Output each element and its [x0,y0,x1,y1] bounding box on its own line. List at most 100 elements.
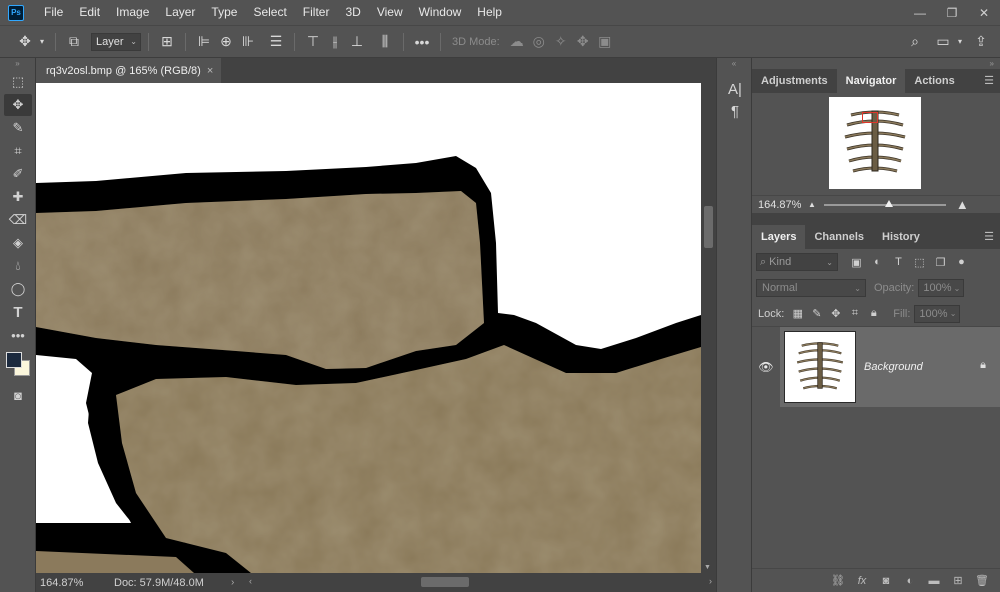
type-icon[interactable]: T [4,301,32,323]
blend-mode-dropdown[interactable]: Normal ⌄ [756,279,866,297]
new-adjustment-icon[interactable]: ◐ [898,575,922,587]
tool-preset-chevron-icon[interactable]: ▾ [36,37,48,46]
restore-button[interactable]: ❐ [936,6,968,20]
menu-edit[interactable]: Edit [71,0,108,25]
crop-icon[interactable]: ⌗ [4,140,32,162]
layer-lock-icon[interactable]: 🔒︎ [980,359,986,372]
status-menu-arrow-icon[interactable]: › [231,577,245,588]
vertical-scrollbar[interactable]: ▼ [701,83,716,573]
collapse-toolbar-icon[interactable]: » [0,58,35,70]
zoom-out-icon[interactable]: ▲ [808,200,816,209]
lock-image-icon[interactable]: ✎ [807,307,826,320]
chevron-down-icon[interactable]: ▾ [954,37,966,46]
filter-smart-object-icon[interactable]: ❐ [930,256,951,269]
collapse-panels-icon[interactable]: » [752,58,1000,69]
blur-icon[interactable]: 💧︎ [4,255,32,277]
lock-all-icon[interactable]: 🔒︎ [864,307,883,320]
navigator-zoom-slider[interactable] [823,199,946,207]
auto-select-icon[interactable]: ⧉ [63,33,85,50]
navigator-view-box[interactable] [862,112,878,123]
new-group-icon[interactable]: ▬ [922,575,946,587]
filter-type-icon[interactable]: T [888,256,909,268]
filter-toggle-icon[interactable]: ● [951,256,972,268]
share-icon[interactable]: ⇪ [970,33,992,50]
scroll-right-icon[interactable]: › [709,576,712,586]
distribute-vertical-icon[interactable]: ⫼ [374,33,396,50]
filter-pixel-icon[interactable]: ▣ [846,256,867,269]
align-bottom-icon[interactable]: ⊥ [346,33,368,50]
tab-adjustments[interactable]: Adjustments [752,69,837,93]
layer-name[interactable]: Background [864,361,923,373]
auto-select-target-dropdown[interactable]: Layer ⌄ [91,32,141,51]
filter-shape-icon[interactable]: ⬚ [909,256,930,269]
menu-file[interactable]: File [36,0,71,25]
menu-type[interactable]: Type [203,0,245,25]
visibility-eye-icon[interactable]: 👁︎ [752,360,780,374]
paint-bucket-icon[interactable]: ◈ [4,232,32,254]
horizontal-scrollbar[interactable]: ‹ › [245,573,716,592]
scroll-down-icon[interactable]: ▼ [704,564,711,571]
tab-navigator[interactable]: Navigator [836,69,906,93]
layer-row[interactable]: 👁︎ Background 🔒︎ [752,327,1000,407]
menu-image[interactable]: Image [108,0,157,25]
quick-select-icon[interactable]: ✎ [4,117,32,139]
align-left-icon[interactable]: ⊫ [193,33,215,50]
tab-layers[interactable]: Layers [752,225,806,249]
align-right-icon[interactable]: ⊪ [237,33,259,50]
paragraph-panel-icon[interactable]: ¶ [717,100,753,122]
layer-kind-filter[interactable]: ⌕ Kind ⌄ [756,253,838,271]
navigator-thumbnail[interactable] [829,97,921,189]
menu-select[interactable]: Select [245,0,294,25]
quick-mask-icon[interactable]: ◙ [4,384,32,406]
ellipse-icon[interactable]: ◯ [4,278,32,300]
minimize-button[interactable]: — [904,6,936,20]
color-swatches[interactable] [4,350,32,380]
foreground-color-swatch[interactable] [6,352,22,368]
more-tools-icon[interactable]: ••• [4,324,32,346]
lock-artboard-icon[interactable]: ⌗ [845,307,864,320]
link-layers-icon[interactable]: ⛓ [826,574,850,587]
panel-menu-icon[interactable]: ☰ [984,230,994,243]
character-panel-icon[interactable]: A| [717,78,753,100]
document-tab[interactable]: rq3v2osl.bmp @ 165% (RGB/8) × [36,58,221,83]
transform-controls-icon[interactable]: ⊞ [156,33,178,50]
new-layer-icon[interactable]: ⊞ [946,574,970,587]
3d-pan-icon[interactable]: ✧ [550,33,572,50]
align-center-horizontal-icon[interactable]: ⊕ [215,33,237,50]
lock-position-icon[interactable]: ✥ [826,307,845,320]
menu-window[interactable]: Window [411,0,470,25]
horizontal-scroll-thumb[interactable] [421,577,469,587]
search-icon[interactable]: ⌕ [904,33,926,50]
distribute-icon[interactable]: ☰ [265,33,287,50]
panel-menu-icon[interactable]: ☰ [984,74,994,87]
add-mask-icon[interactable]: ◙ [874,575,898,587]
eraser-icon[interactable]: ⌫ [4,209,32,231]
layer-style-icon[interactable]: fx [850,575,874,587]
workspace-icon[interactable]: ▭ [932,33,954,50]
menu-view[interactable]: View [369,0,411,25]
vertical-scroll-thumb[interactable] [704,206,713,248]
move-icon[interactable]: ✥ [4,94,32,116]
3d-orbit-icon[interactable]: ☁ [506,33,528,50]
zoom-slider-knob[interactable] [884,199,893,207]
healing-icon[interactable]: ✚ [4,186,32,208]
fill-field[interactable]: 100% ⌄ [914,304,961,323]
lock-transparent-icon[interactable]: ▦ [788,307,807,320]
filter-adjustment-icon[interactable]: ◐ [867,256,888,268]
marquee-icon[interactable]: ⬚ [4,71,32,93]
menu-3d[interactable]: 3D [337,0,368,25]
document-canvas[interactable] [36,83,701,573]
close-window-button[interactable]: ✕ [968,6,1000,20]
navigator-zoom-value[interactable]: 164.87% [752,199,808,211]
zoom-level[interactable]: 164.87% [36,577,106,589]
align-middle-icon[interactable]: ⫲ [324,33,346,50]
align-top-icon[interactable]: ⊤ [302,33,324,50]
opacity-field[interactable]: 100% ⌄ [918,279,965,297]
move-tool-icon[interactable]: ✥ [14,33,36,50]
menu-layer[interactable]: Layer [157,0,203,25]
tab-channels[interactable]: Channels [805,225,873,249]
delete-layer-icon[interactable]: 🗑︎ [970,574,994,587]
3d-camera-icon[interactable]: ▣ [594,33,616,50]
expand-dock-icon[interactable]: « [717,58,751,70]
menu-filter[interactable]: Filter [295,0,338,25]
